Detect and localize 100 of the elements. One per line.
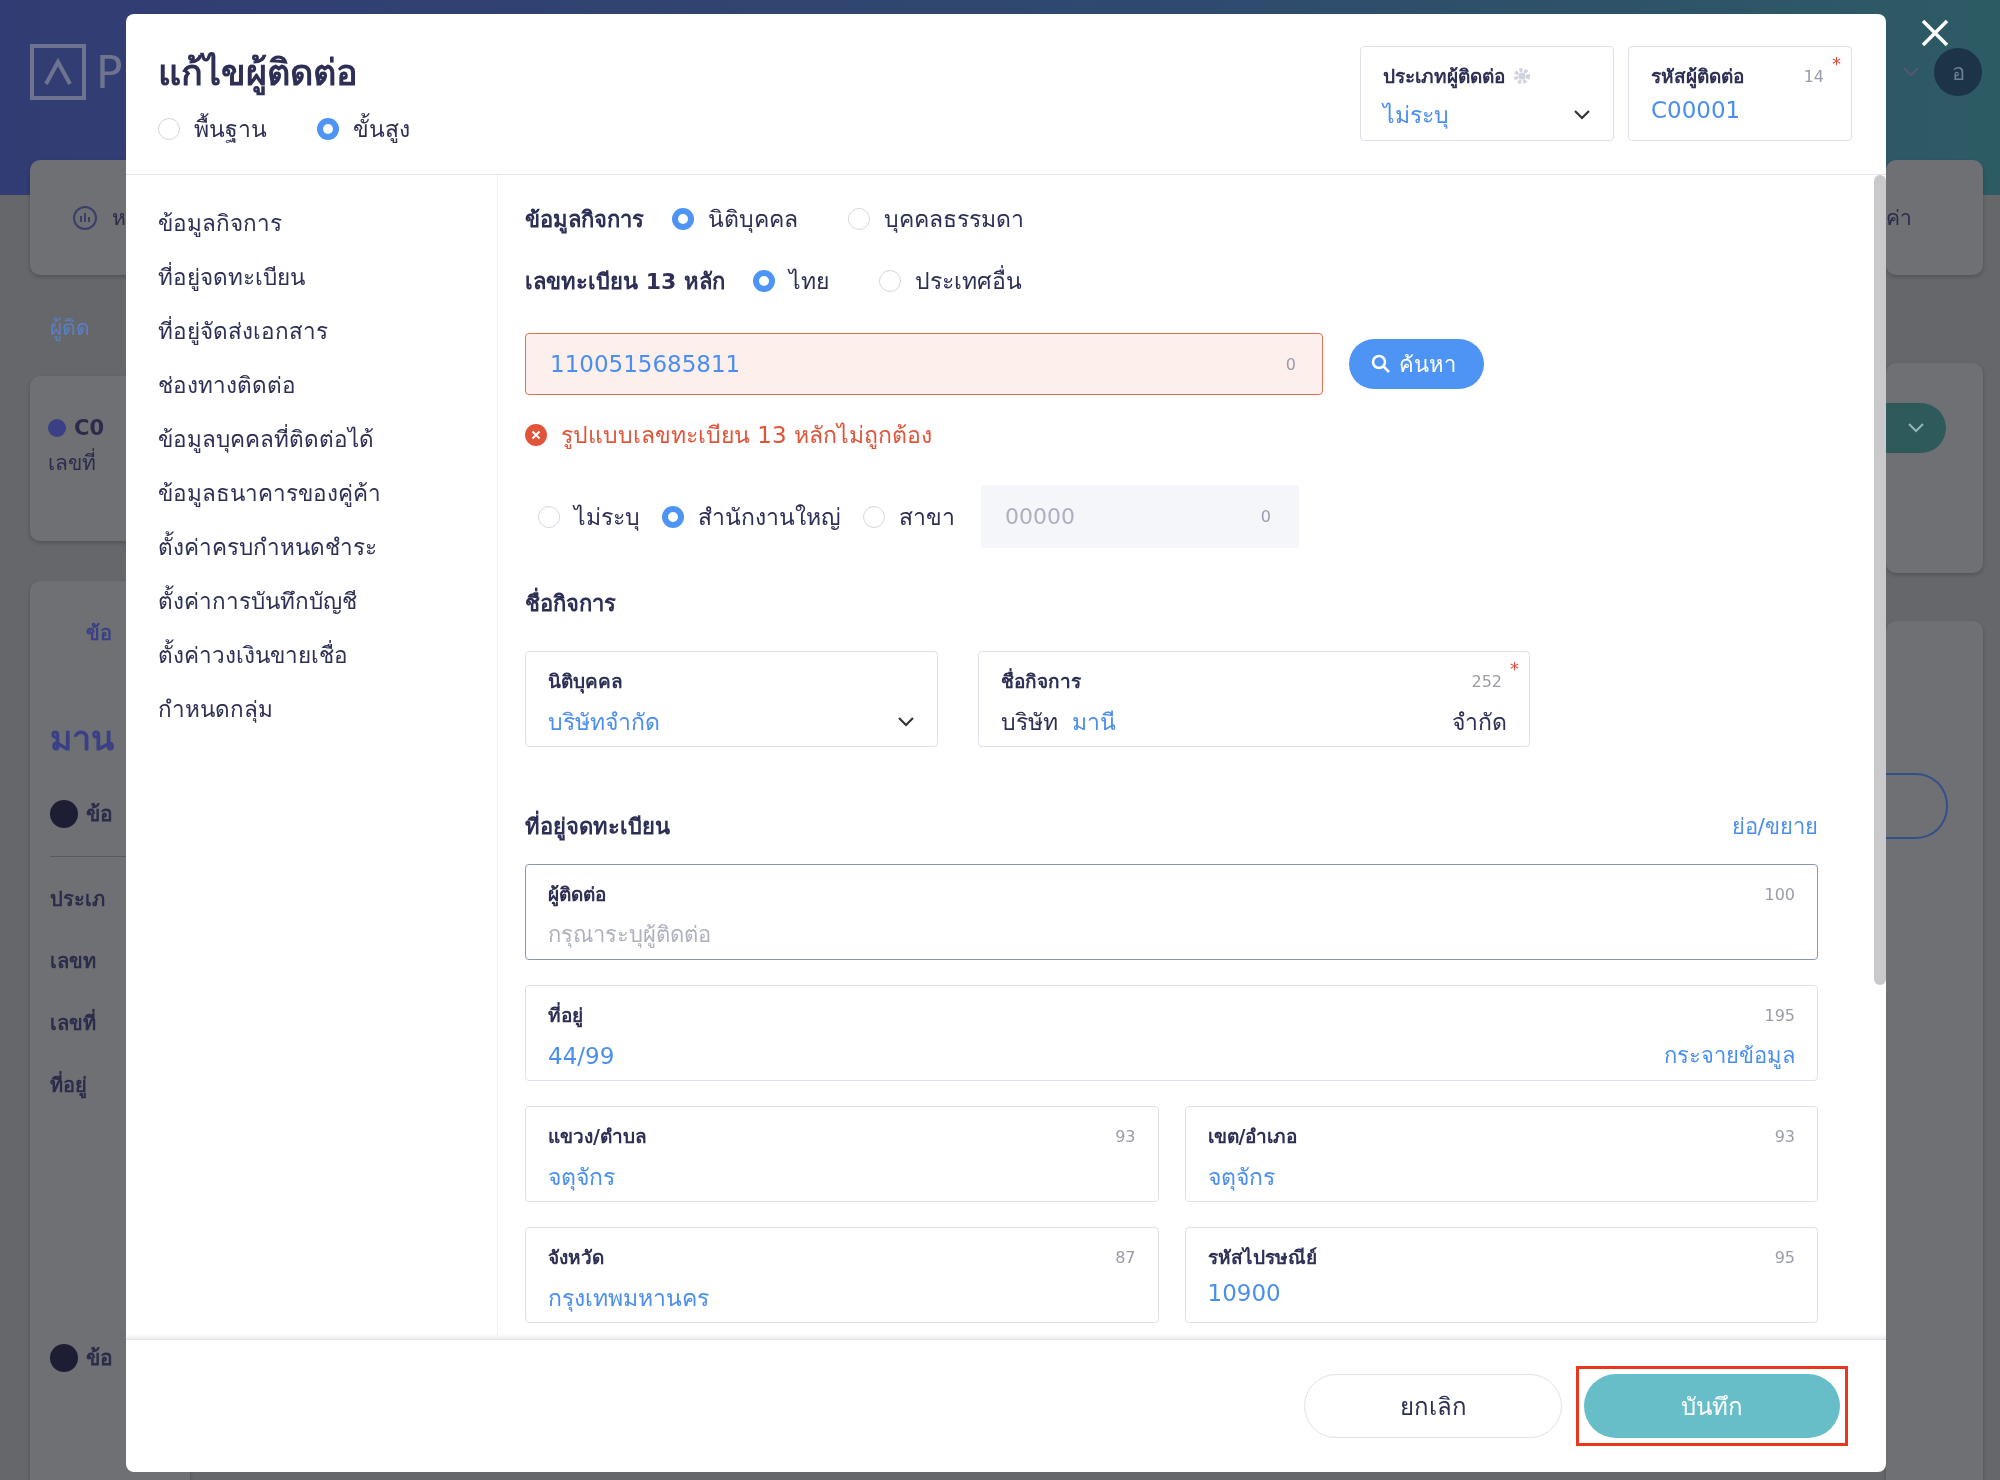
character-count: 0 <box>1285 354 1296 374</box>
logo-icon <box>30 44 86 100</box>
field-value: บริษัทจำกัด <box>548 708 660 737</box>
radio-label: ประเทศอื่น <box>914 263 1022 299</box>
radio-label: บุคคลธรรมดา <box>884 205 1024 235</box>
sidebar-item[interactable]: ที่อยู่จัดส่งเอกสาร <box>158 315 497 347</box>
chevron-down-icon <box>897 716 915 728</box>
character-count: 252 <box>1471 671 1502 691</box>
chevron-down-icon <box>1573 109 1591 121</box>
name-prefix: บริษัท <box>1001 708 1058 737</box>
search-icon <box>1371 354 1391 374</box>
field-value: 10900 <box>1207 1280 1282 1306</box>
error-icon <box>525 424 547 446</box>
section-label: ข้อมูลกิจการ <box>525 205 644 236</box>
sidebar-item[interactable]: ข้อมูลกิจการ <box>158 207 497 239</box>
contact-code-field[interactable]: รหัสผู้ติดต่อ 14 * C00001 <box>1628 46 1852 141</box>
field-value: มานี <box>1072 708 1117 737</box>
field-value: จตุจักร <box>1207 1163 1276 1193</box>
radio-label: ขั้นสูง <box>353 111 410 147</box>
field-value: ไม่ระบุ <box>1383 101 1449 131</box>
chevron-down-icon <box>1907 422 1925 434</box>
field-label: ผู้ติดต่อ <box>548 882 606 909</box>
radio-label: พื้นฐาน <box>194 111 267 147</box>
scrollbar[interactable] <box>1874 175 1886 985</box>
field-label: ประเภ <box>50 886 106 913</box>
character-count: 0 <box>1260 507 1271 526</box>
field-label: แขวง/ตำบล <box>548 1124 647 1149</box>
dropdown-button[interactable] <box>1886 403 1946 453</box>
address-field[interactable]: รหัสไปรษณีย์ 95 10900 <box>1184 1227 1818 1323</box>
radio-label: สำนักงานใหญ่ <box>698 502 841 532</box>
field-value: 1100515685811 <box>550 351 741 377</box>
address-field[interactable]: เขต/อำเภอ 93 จตุจักร <box>1184 1106 1818 1202</box>
character-count: 93 <box>1774 1126 1795 1146</box>
character-count: 14 <box>1803 66 1824 86</box>
contact-type-dropdown[interactable]: ประเภทผู้ติดต่อ ไม่ระบุ <box>1360 46 1614 141</box>
field-value: จตุจักร <box>548 1163 616 1193</box>
radio-label: สาขา <box>899 502 955 532</box>
card-title: ห <box>112 205 126 232</box>
field-label: ชื่อกิจการ <box>1001 667 1081 694</box>
section-title: ข้อ <box>86 801 113 828</box>
placeholder-text: 00000 <box>1005 504 1075 529</box>
address-field[interactable]: ผู้ติดต่อ 100 กรุณาระบุผู้ติดต่อ <box>525 864 1818 960</box>
placeholder-text: กรุณาระบุผู้ติดต่อ <box>548 921 712 950</box>
character-count: 87 <box>1115 1247 1136 1267</box>
sidebar-item[interactable]: กำหนดกลุ่ม <box>158 693 497 725</box>
radio-label: ไทย <box>788 267 829 296</box>
sidebar-item[interactable]: ตั้งค่าวงเงินขายเชื่อ <box>158 639 497 671</box>
section-heading: ชื่อกิจการ <box>525 586 1818 621</box>
field-label: นิติบุคคล <box>548 669 624 696</box>
section-heading: ที่อยู่จดทะเบียน <box>525 809 670 844</box>
section-label: เลขทะเบียน 13 หลัก <box>525 267 725 296</box>
field-label: จังหวัด <box>548 1245 604 1270</box>
gear-icon <box>1513 67 1531 85</box>
business-name-field[interactable]: ชื่อกิจการ 252 * บริษัท มานี จำกัด <box>978 651 1530 747</box>
character-count: 195 <box>1764 1005 1795 1025</box>
radio-button[interactable] <box>317 118 339 140</box>
sidebar-item[interactable]: ช่องทางติดต่อ <box>158 369 497 401</box>
radio-label: นิติบุคคล <box>708 205 798 235</box>
sidebar-item[interactable]: ตั้งค่าครบกำหนดชำระ <box>158 531 497 563</box>
sidebar-item[interactable]: ที่อยู่จดทะเบียน <box>158 261 497 293</box>
field-value: 44/99 <box>548 1042 616 1069</box>
cancel-button[interactable]: ยกเลิก <box>1304 1374 1562 1438</box>
field-label: รหัสผู้ติดต่อ <box>1651 64 1744 91</box>
close-icon[interactable] <box>1920 18 1950 48</box>
error-message: รูปแบบเลขทะเบียน 13 หลักไม่ถูกต้อง <box>561 421 932 451</box>
sidebar-item[interactable]: ข้อมูลธนาคารของคู่ค้า <box>158 477 497 509</box>
radio-button[interactable] <box>662 505 684 528</box>
field-label: เลขที่ <box>50 1008 97 1037</box>
character-count: 95 <box>1774 1247 1795 1267</box>
chart-icon <box>72 204 98 231</box>
field-label: เขต/อำเภอ <box>1207 1124 1298 1149</box>
legal-type-dropdown[interactable]: นิติบุคคล บริษัทจำกัด <box>525 651 938 747</box>
field-value: กรุงเทพมหานคร <box>548 1284 710 1314</box>
bullet-icon <box>50 799 78 828</box>
field-label: ที่อยู่ <box>548 1001 583 1030</box>
address-field[interactable]: ที่อยู่ 195 44/99 กระจายข้อมูล <box>525 985 1818 1081</box>
field-label: ที่อยู่ <box>50 1070 88 1101</box>
sidebar-item[interactable]: ตั้งค่าการบันทึกบัญชี <box>158 585 497 617</box>
status-dot-icon <box>48 419 66 437</box>
chevron-down-icon <box>1902 66 1920 78</box>
field-label: รหัสไปรษณีย์ <box>1207 1245 1317 1270</box>
card-title: ค่า <box>1886 205 1913 232</box>
address-field[interactable]: จังหวัด 87 กรุงเทพมหานคร <box>525 1227 1159 1323</box>
radio-label: ไม่ระบุ <box>574 502 640 533</box>
field-value: C00001 <box>1651 97 1742 123</box>
field-label: ประเภทผู้ติดต่อ <box>1383 64 1505 91</box>
bullet-icon <box>50 1343 78 1372</box>
required-mark: * <box>1832 53 1841 74</box>
address-field[interactable]: แขวง/ตำบล 93 จตุจักร <box>525 1106 1159 1202</box>
name-suffix: จำกัด <box>1452 708 1507 737</box>
character-count: 100 <box>1764 884 1795 904</box>
section-title: ข้อ <box>86 1345 113 1372</box>
dialog-title: แก้ไขผู้ติดต่อ <box>158 44 410 101</box>
required-mark: * <box>1510 658 1519 679</box>
field-label: เลขท <box>50 948 97 975</box>
contact-code: C0 <box>74 416 105 440</box>
character-count: 93 <box>1115 1126 1136 1146</box>
radio-button[interactable] <box>672 208 694 230</box>
logo-text: P <box>96 46 123 98</box>
radio-button[interactable] <box>752 270 775 292</box>
